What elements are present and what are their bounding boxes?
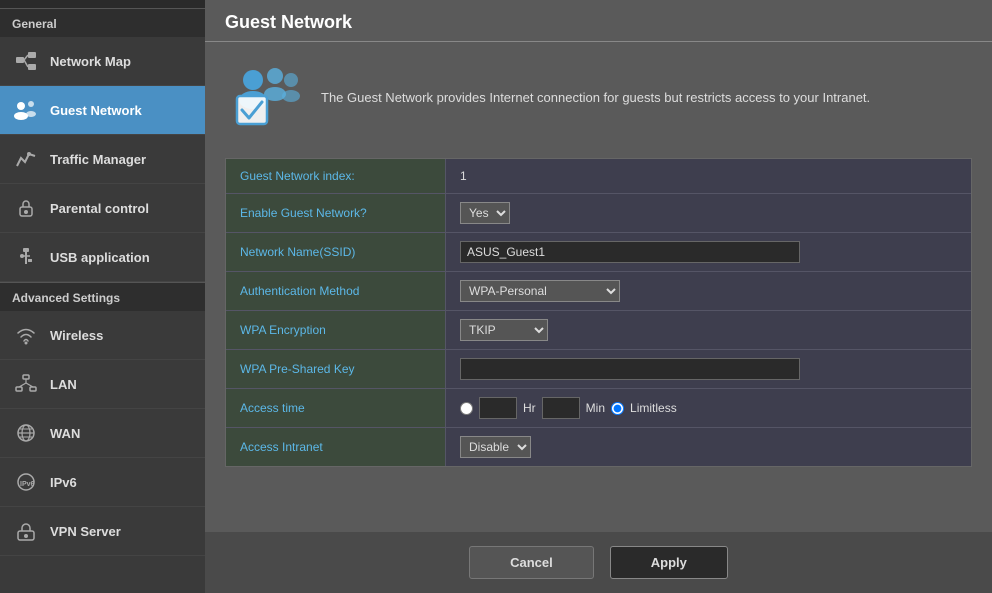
guest-network-index-label: Guest Network index: (226, 159, 446, 193)
traffic-manager-icon (12, 145, 40, 173)
sidebar-item-vpn-server-label: VPN Server (50, 524, 121, 539)
network-name-label: Network Name(SSID) (226, 233, 446, 271)
guest-network-icon (12, 96, 40, 124)
sidebar-item-parental-control[interactable]: Parental control (0, 184, 205, 233)
enable-guest-network-value: Yes No (446, 194, 971, 232)
vpn-icon (12, 517, 40, 545)
access-time-min-input[interactable] (542, 397, 580, 419)
access-intranet-label: Access Intranet (226, 428, 446, 466)
form-row-wpa-key: WPA Pre-Shared Key (226, 350, 971, 389)
sidebar-item-wan-label: WAN (50, 426, 80, 441)
wpa-key-input[interactable] (460, 358, 800, 380)
sidebar-item-network-map-label: Network Map (50, 54, 131, 69)
sidebar-item-traffic-manager[interactable]: Traffic Manager (0, 135, 205, 184)
wpa-key-value (446, 350, 971, 388)
content-area: The Guest Network provides Internet conn… (205, 42, 992, 532)
wpa-encryption-value: TKIP AES TKIP+AES (446, 311, 971, 349)
cancel-button[interactable]: Cancel (469, 546, 594, 579)
form-row-network-name: Network Name(SSID) (226, 233, 971, 272)
min-label: Min (586, 401, 605, 415)
lan-icon (12, 370, 40, 398)
limitless-label: Limitless (630, 401, 677, 415)
network-name-input[interactable] (460, 241, 800, 263)
auth-method-select[interactable]: WPA-Personal WPA2-Personal Open System (460, 280, 620, 302)
svg-text:IPv6: IPv6 (20, 481, 35, 488)
form-row-access-intranet: Access Intranet Disable Enable (226, 428, 971, 466)
access-time-manual-radio[interactable] (460, 402, 473, 415)
sidebar-item-lan[interactable]: LAN (0, 360, 205, 409)
sidebar-item-wireless-label: Wireless (50, 328, 103, 343)
sidebar-item-wan[interactable]: WAN (0, 409, 205, 458)
network-map-icon (12, 47, 40, 75)
page-title: Guest Network (225, 12, 352, 32)
enable-guest-network-select[interactable]: Yes No (460, 202, 510, 224)
sidebar-item-guest-network-label: Guest Network (50, 103, 142, 118)
top-bar (0, 0, 205, 8)
access-time-limitless-radio[interactable] (611, 402, 624, 415)
sidebar: General Network Map Guest Network (0, 0, 205, 593)
form-container: Guest Network index: 1 Enable Guest Netw… (225, 158, 972, 467)
sidebar-item-usb-application-label: USB application (50, 250, 150, 265)
access-time-label: Access time (226, 389, 446, 427)
wan-icon (12, 419, 40, 447)
apply-button[interactable]: Apply (610, 546, 728, 579)
sidebar-item-traffic-manager-label: Traffic Manager (50, 152, 146, 167)
parental-control-icon (12, 194, 40, 222)
sidebar-item-parental-control-label: Parental control (50, 201, 149, 216)
wireless-icon (12, 321, 40, 349)
description-text: The Guest Network provides Internet conn… (321, 88, 870, 108)
main-content: Guest Network The Guest (205, 0, 992, 593)
form-row-guest-network-index: Guest Network index: 1 (226, 159, 971, 194)
sidebar-item-usb-application[interactable]: USB application (0, 233, 205, 282)
sidebar-item-guest-network[interactable]: Guest Network (0, 86, 205, 135)
form-row-enable-guest-network: Enable Guest Network? Yes No (226, 194, 971, 233)
enable-guest-network-label: Enable Guest Network? (226, 194, 446, 232)
button-bar: Cancel Apply (205, 532, 992, 593)
sidebar-item-ipv6-label: IPv6 (50, 475, 77, 490)
access-intranet-value: Disable Enable (446, 428, 971, 466)
hr-label: Hr (523, 401, 536, 415)
wpa-key-label: WPA Pre-Shared Key (226, 350, 446, 388)
access-time-hr-input[interactable] (479, 397, 517, 419)
access-intranet-select[interactable]: Disable Enable (460, 436, 531, 458)
advanced-settings-label: Advanced Settings (0, 282, 205, 311)
auth-method-value: WPA-Personal WPA2-Personal Open System (446, 272, 971, 310)
sidebar-item-vpn-server[interactable]: VPN Server (0, 507, 205, 556)
guest-network-hero-icon (225, 58, 305, 138)
form-row-access-time: Access time Hr Min Limitless (226, 389, 971, 428)
guest-network-index-value: 1 (446, 159, 971, 193)
form-row-auth-method: Authentication Method WPA-Personal WPA2-… (226, 272, 971, 311)
sidebar-item-network-map[interactable]: Network Map (0, 37, 205, 86)
wpa-encryption-select[interactable]: TKIP AES TKIP+AES (460, 319, 548, 341)
sidebar-item-ipv6[interactable]: IPv6 IPv6 (0, 458, 205, 507)
usb-icon (12, 243, 40, 271)
sidebar-item-lan-label: LAN (50, 377, 77, 392)
access-time-value: Hr Min Limitless (446, 389, 971, 427)
ipv6-icon: IPv6 (12, 468, 40, 496)
page-header: Guest Network (205, 0, 992, 42)
wpa-encryption-label: WPA Encryption (226, 311, 446, 349)
network-name-value (446, 233, 971, 271)
general-section-label: General (0, 8, 205, 37)
access-time-controls: Hr Min Limitless (460, 397, 677, 419)
auth-method-label: Authentication Method (226, 272, 446, 310)
guest-network-index-text: 1 (460, 169, 467, 183)
form-row-wpa-encryption: WPA Encryption TKIP AES TKIP+AES (226, 311, 971, 350)
sidebar-item-wireless[interactable]: Wireless (0, 311, 205, 360)
description-block: The Guest Network provides Internet conn… (225, 58, 972, 138)
